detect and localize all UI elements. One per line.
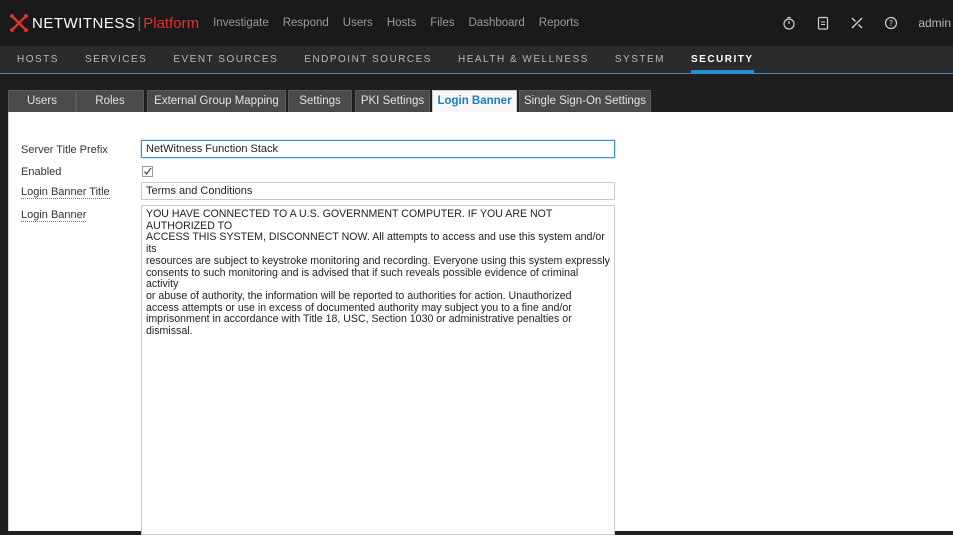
tab-login-banner[interactable]: Login Banner	[432, 90, 517, 112]
brand-separator: |	[137, 14, 142, 32]
top-bar: NETWITNESS | Platform Investigate Respon…	[0, 0, 953, 46]
login-banner-title-label: Login Banner Title	[21, 186, 110, 199]
subnav-security[interactable]: SECURITY	[691, 46, 754, 74]
banner-line: ACCESS THIS SYSTEM, DISCONNECT NOW. All …	[146, 231, 605, 256]
nav-dashboard[interactable]: Dashboard	[469, 17, 525, 29]
enabled-checkbox[interactable]	[142, 166, 153, 177]
banner-line: resources are subject to keystroke monit…	[146, 254, 610, 267]
banner-line: YOU HAVE CONNECTED TO A U.S. GOVERNMENT …	[146, 208, 553, 232]
timer-icon[interactable]	[782, 16, 796, 30]
banner-line: imprisonment in accordance with Title 18…	[146, 313, 572, 326]
server-title-prefix-input[interactable]: NetWitness Function Stack	[141, 140, 615, 158]
banner-line: dismissal.	[146, 325, 193, 338]
login-banner-label: Login Banner	[21, 209, 87, 222]
nav-hosts[interactable]: Hosts	[387, 17, 416, 29]
tab-pki-settings[interactable]: PKI Settings	[355, 90, 430, 112]
tab-roles[interactable]: Roles	[76, 90, 144, 112]
tab-settings[interactable]: Settings	[288, 90, 352, 112]
nav-users[interactable]: Users	[343, 17, 373, 29]
help-icon[interactable]: ?	[884, 16, 898, 30]
user-menu[interactable]: admin	[918, 16, 951, 30]
enabled-label: Enabled	[21, 166, 62, 178]
top-right-tools: ? admin	[782, 0, 953, 46]
subnav-health-wellness[interactable]: HEALTH & WELLNESS	[458, 46, 589, 74]
nav-files[interactable]: Files	[430, 17, 454, 29]
brand-name: NETWITNESS	[32, 14, 136, 32]
banner-line: or abuse of authority, the information w…	[146, 289, 572, 302]
nav-reports[interactable]: Reports	[539, 17, 579, 29]
nav-respond[interactable]: Respond	[283, 17, 329, 29]
netwitness-logo-icon	[8, 12, 30, 34]
tab-external-group-mapping[interactable]: External Group Mapping	[147, 90, 286, 112]
tools-icon[interactable]	[850, 16, 864, 30]
subnav-event-sources[interactable]: EVENT SOURCES	[173, 46, 278, 74]
brand-logo[interactable]: NETWITNESS | Platform	[8, 0, 199, 46]
login-banner-textarea[interactable]: YOU HAVE CONNECTED TO A U.S. GOVERNMENT …	[141, 205, 615, 535]
subnav-services[interactable]: SERVICES	[85, 46, 147, 74]
login-banner-panel: Server Title Prefix NetWitness Function …	[8, 112, 953, 535]
tab-users[interactable]: Users	[8, 90, 76, 112]
subnav-system[interactable]: SYSTEM	[615, 46, 665, 74]
nav-investigate[interactable]: Investigate	[213, 17, 269, 29]
admin-subnav: HOSTS SERVICES EVENT SOURCES ENDPOINT SO…	[0, 46, 953, 74]
login-banner-title-input[interactable]: Terms and Conditions	[141, 182, 615, 200]
security-tabs: Users Roles External Group Mapping Setti…	[0, 75, 953, 112]
server-title-prefix-label: Server Title Prefix	[21, 144, 108, 156]
subnav-endpoint-sources[interactable]: ENDPOINT SOURCES	[304, 46, 432, 74]
tab-single-sign-on-settings[interactable]: Single Sign-On Settings	[519, 90, 651, 112]
subnav-hosts[interactable]: HOSTS	[17, 46, 59, 74]
svg-text:?: ?	[889, 19, 893, 28]
banner-line: consents to such monitoring and is advis…	[146, 266, 579, 291]
brand-product: Platform	[143, 14, 200, 32]
clipboard-icon[interactable]	[816, 16, 830, 30]
top-nav: Investigate Respond Users Hosts Files Da…	[213, 17, 593, 29]
